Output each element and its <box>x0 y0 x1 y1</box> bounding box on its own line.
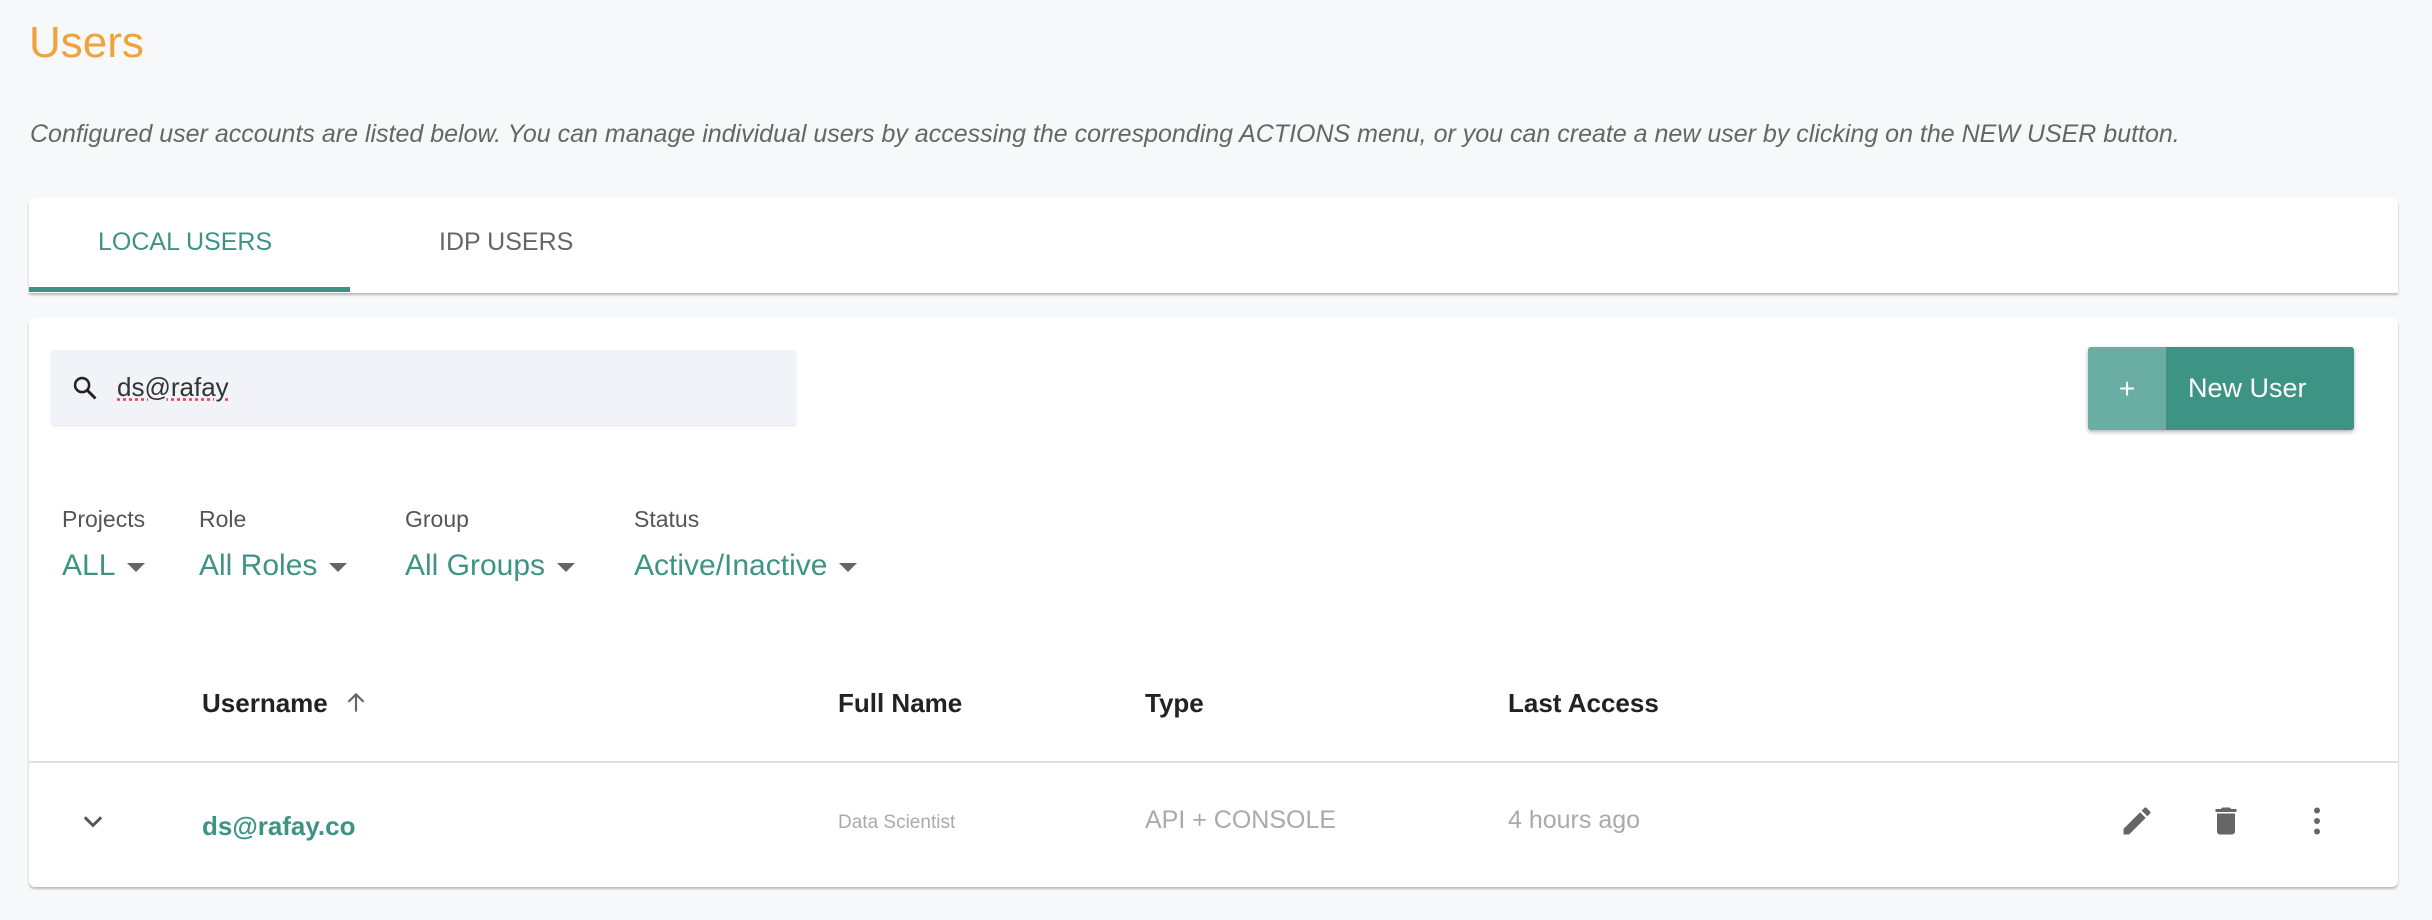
edit-pencil-icon[interactable] <box>2119 803 2155 839</box>
search-input[interactable] <box>117 350 757 425</box>
filter-projects-value: ALL <box>62 549 116 582</box>
users-card: + New User Projects ALL Role All Roles G… <box>29 318 2398 887</box>
new-user-button[interactable]: + New User <box>2088 347 2354 430</box>
filter-group-label: Group <box>405 506 469 532</box>
table-divider <box>29 761 2398 763</box>
filter-group-dropdown[interactable]: All Groups <box>405 549 576 583</box>
filter-status-label: Status <box>634 506 700 532</box>
filter-group-value: All Groups <box>405 549 546 582</box>
tab-local-users[interactable]: LOCAL USERS <box>98 228 272 257</box>
filter-projects-label: Projects <box>62 506 146 532</box>
caret-down-icon <box>557 562 576 572</box>
tab-bar: LOCAL USERS IDP USERS <box>29 198 2398 293</box>
tab-idp-users[interactable]: IDP USERS <box>439 228 573 257</box>
column-header-full-name[interactable]: Full Name <box>838 688 962 719</box>
new-user-label: New User <box>2188 373 2307 403</box>
last-access-cell: 4 hours ago <box>1508 806 1641 834</box>
filter-role-dropdown[interactable]: All Roles <box>199 549 348 583</box>
active-tab-indicator <box>29 287 350 292</box>
column-header-username[interactable]: Username <box>202 688 369 719</box>
filter-role-value: All Roles <box>199 549 318 582</box>
search-icon <box>73 376 97 400</box>
page-title: Users <box>29 18 144 67</box>
caret-down-icon <box>329 562 348 572</box>
delete-trash-icon[interactable] <box>2208 803 2244 839</box>
username-link[interactable]: ds@rafay.co <box>202 811 356 842</box>
column-header-last-access[interactable]: Last Access <box>1508 688 1659 719</box>
caret-down-icon <box>839 562 858 572</box>
column-header-type[interactable]: Type <box>1145 688 1204 719</box>
caret-down-icon <box>127 562 146 572</box>
plus-icon: + <box>2088 347 2166 430</box>
arrow-up-icon <box>347 692 365 712</box>
filter-role-label: Role <box>199 506 247 532</box>
chevron-down-icon[interactable] <box>79 808 107 836</box>
full-name-cell: Data Scientist <box>838 812 956 833</box>
filter-status-dropdown[interactable]: Active/Inactive <box>634 549 858 583</box>
column-username-label: Username <box>202 688 328 718</box>
search-field[interactable] <box>51 350 796 425</box>
filter-status-value: Active/Inactive <box>634 549 828 582</box>
filter-projects-dropdown[interactable]: ALL <box>62 549 146 583</box>
type-cell: API + CONSOLE <box>1145 806 1337 834</box>
more-vert-icon[interactable] <box>2299 803 2335 839</box>
page-description: Configured user accounts are listed belo… <box>30 120 2180 148</box>
